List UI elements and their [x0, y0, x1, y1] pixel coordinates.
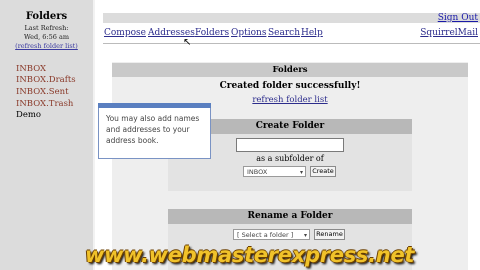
menu-folders[interactable]: Folders — [195, 28, 229, 38]
menu-search[interactable]: Search — [268, 28, 300, 38]
panel-title: Folders — [112, 63, 468, 77]
chevron-down-icon: ▾ — [299, 169, 303, 176]
subfolder-label: as a subfolder of — [256, 154, 324, 163]
rename-folder-select[interactable]: [ Select a folder ] ▾ — [233, 229, 310, 240]
rename-button[interactable]: Rename — [314, 229, 345, 240]
sidebar-refresh-link[interactable]: (refresh folder list) — [15, 42, 78, 50]
tooltip-header-bar — [98, 103, 211, 108]
parent-folder-select[interactable]: INBOX ▾ — [243, 166, 306, 177]
last-refresh-time: Wed, 6:56 am — [24, 33, 69, 41]
menu-compose[interactable]: Compose — [104, 28, 146, 38]
tooltip-text: You may also add names and addresses to … — [106, 114, 200, 145]
chevron-down-icon: ▾ — [303, 232, 307, 239]
watermark-text: www.webmasterexpress.net — [85, 243, 415, 267]
squirrelmail-link[interactable]: SquirrelMail — [420, 28, 478, 38]
rename-folder-title: Rename a Folder — [168, 209, 412, 224]
menu-options[interactable]: Options — [231, 28, 266, 38]
new-folder-name-input[interactable] — [236, 138, 344, 152]
sidebar-item-inbox-drafts[interactable]: INBOX.Drafts — [16, 75, 76, 85]
sign-out-link[interactable]: Sign Out — [438, 13, 478, 23]
success-message: Created folder successfully! — [219, 81, 361, 91]
sidebar-item-demo[interactable]: Demo — [16, 110, 41, 120]
sidebar-refresh-wrapper: (refresh folder list) — [0, 42, 93, 50]
sidebar-item-inbox-sent[interactable]: INBOX.Sent — [16, 87, 69, 97]
frame-divider[interactable] — [93, 0, 95, 270]
top-bar — [103, 13, 480, 23]
create-button[interactable]: Create — [310, 166, 336, 177]
sidebar-item-inbox[interactable]: INBOX — [16, 64, 46, 74]
sidebar-item-inbox-trash[interactable]: INBOX.Trash — [16, 99, 73, 109]
rename-folder-value: [ Select a folder ] — [237, 231, 294, 239]
sidebar-title: Folders — [25, 11, 68, 22]
menu-help[interactable]: Help — [301, 28, 323, 38]
parent-folder-value: INBOX — [247, 168, 268, 176]
last-refresh-label: Last Refresh: — [24, 24, 69, 32]
mouse-cursor-icon: ↖ — [183, 37, 192, 48]
header-divider — [103, 43, 480, 44]
